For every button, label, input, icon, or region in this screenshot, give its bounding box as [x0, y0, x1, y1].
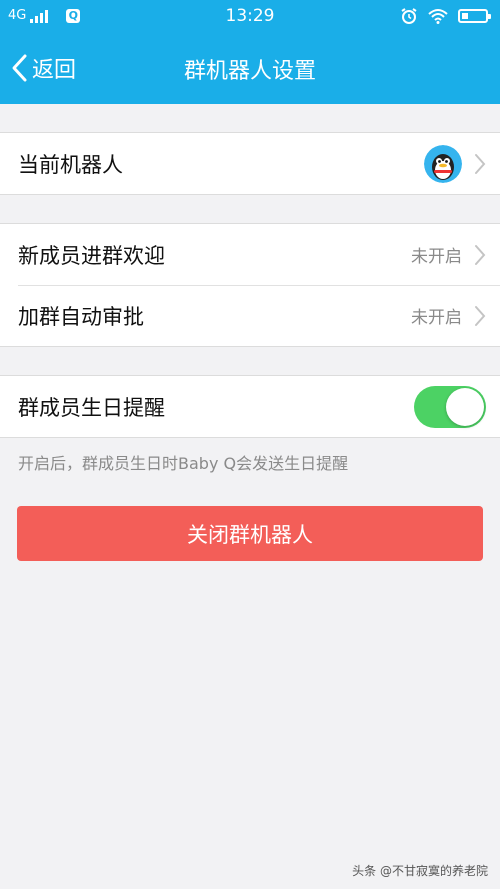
screen: 4G Q 13:29 返回 群机器人设置 当前机器人 新成员进群欢迎 未开启 加… — [0, 0, 500, 889]
robot-group: 当前机器人 — [0, 132, 500, 195]
welcome-status: 未开启 — [411, 247, 462, 267]
penguin-avatar-icon — [424, 144, 462, 183]
status-right — [400, 7, 491, 25]
birthday-right — [414, 385, 486, 428]
nav-bar: 返回 群机器人设置 — [0, 33, 500, 104]
page-title: 群机器人设置 — [183, 59, 316, 84]
wifi-icon — [428, 9, 448, 24]
approval-row[interactable]: 加群自动审批 未开启 — [0, 285, 500, 346]
status-bar: 4G Q 13:29 — [0, 0, 500, 33]
birthday-group: 群成员生日提醒 — [0, 375, 500, 438]
battery-icon — [458, 9, 491, 23]
welcome-right: 未开启 — [411, 242, 486, 267]
approval-right: 未开启 — [411, 303, 486, 328]
current-robot-row[interactable]: 当前机器人 — [0, 133, 500, 194]
birthday-toggle[interactable] — [414, 385, 486, 428]
birthday-label: 群成员生日提醒 — [18, 395, 165, 420]
chevron-right-icon — [475, 244, 486, 265]
watermark: 头条 @不甘寂寞的养老院 — [352, 862, 488, 879]
close-robot-button[interactable]: 关闭群机器人 — [17, 506, 483, 561]
current-robot-label: 当前机器人 — [18, 152, 123, 177]
birthday-hint: 开启后，群成员生日时Baby Q会发送生日提醒 — [18, 454, 349, 473]
chevron-right-icon — [475, 305, 486, 326]
welcome-label: 新成员进群欢迎 — [18, 243, 165, 268]
birthday-row: 群成员生日提醒 — [0, 376, 500, 437]
welcome-row[interactable]: 新成员进群欢迎 未开启 — [0, 224, 500, 285]
toggle-knob — [446, 387, 484, 426]
member-settings-group: 新成员进群欢迎 未开启 加群自动审批 未开启 — [0, 223, 500, 347]
approval-status: 未开启 — [411, 308, 462, 328]
watermark-text: 头条 @不甘寂寞的养老院 — [352, 864, 488, 878]
chevron-right-icon — [475, 153, 486, 174]
current-robot-right — [424, 144, 486, 183]
approval-label: 加群自动审批 — [18, 304, 144, 329]
alarm-icon — [401, 8, 417, 24]
